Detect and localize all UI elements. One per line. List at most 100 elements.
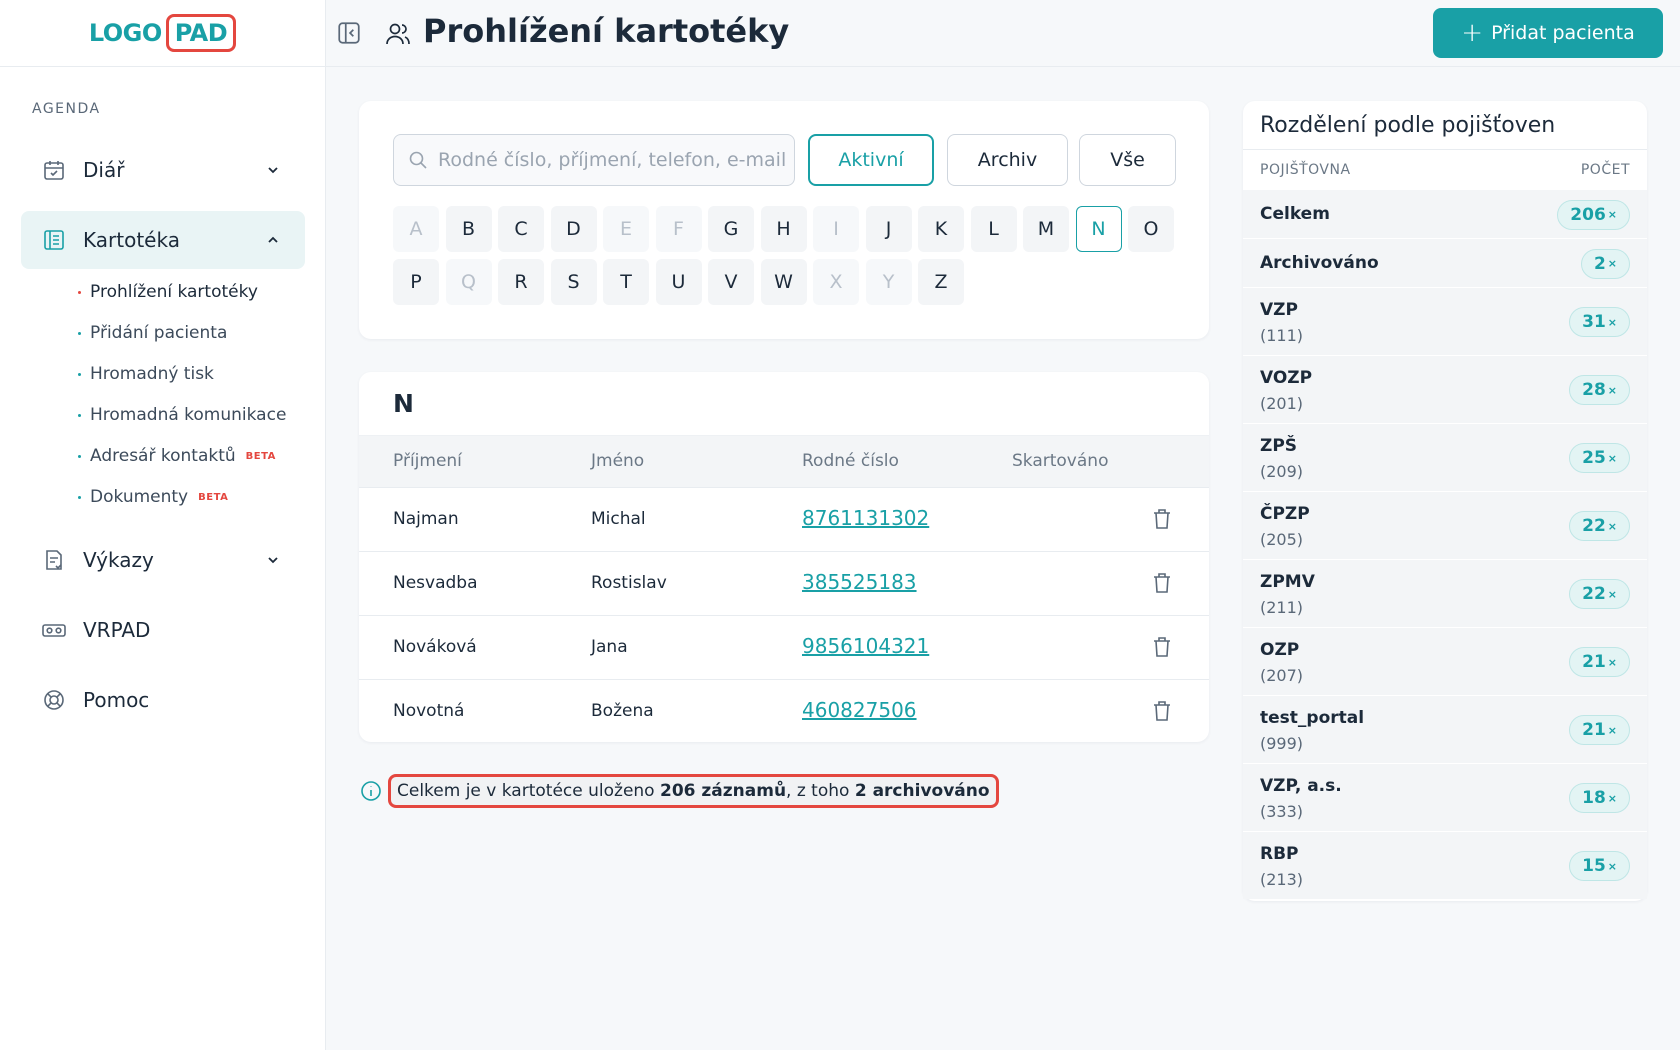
- letter-filter-j[interactable]: J: [865, 206, 912, 252]
- cell-name: Božena: [591, 701, 654, 721]
- sidebar-subitem-adresar[interactable]: Adresář kontaktů BETA: [78, 446, 276, 466]
- letter-filter-k[interactable]: K: [918, 206, 964, 252]
- insurance-count: 21: [1582, 720, 1606, 740]
- sidebar-item-diar[interactable]: Diář: [21, 141, 305, 199]
- sidebar-item-vrpad[interactable]: VRPAD: [21, 601, 305, 659]
- add-patient-button[interactable]: + Přidat pacienta: [1433, 8, 1663, 58]
- letter-filter-p[interactable]: P: [393, 259, 439, 305]
- letter-filter-n[interactable]: N: [1075, 206, 1122, 252]
- beta-badge: BETA: [198, 491, 229, 503]
- letter-filter-u[interactable]: U: [655, 259, 702, 305]
- table-row[interactable]: Nesvadba Rostislav 385525183: [359, 551, 1209, 615]
- filter-archive-button[interactable]: Archiv: [947, 134, 1068, 186]
- chevron-down-icon: [268, 167, 278, 174]
- letter-filter-f[interactable]: F: [655, 206, 702, 252]
- letter-filter-g[interactable]: G: [708, 206, 754, 252]
- sidebar-item-vykazy[interactable]: Výkazy: [21, 531, 305, 589]
- sidebar-collapse-icon[interactable]: [336, 20, 362, 46]
- summary-mid: , z toho: [786, 781, 855, 801]
- table-row[interactable]: Novotná Božena 460827506: [359, 679, 1209, 743]
- table-row[interactable]: Najman Michal 8761131302: [359, 487, 1209, 551]
- letter-filter-b[interactable]: B: [445, 206, 492, 252]
- cell-name: Michal: [591, 509, 646, 529]
- sidebar-subitem-dokumenty[interactable]: Dokumenty BETA: [78, 487, 228, 507]
- letter-filter-a[interactable]: A: [393, 206, 439, 252]
- cell-name: Jana: [591, 637, 628, 657]
- insurance-count: 25: [1582, 448, 1606, 468]
- insurance-count: 28: [1582, 380, 1606, 400]
- insurance-header: POJIŠŤOVNA POČET: [1243, 149, 1647, 189]
- column-header[interactable]: Příjmení: [393, 451, 462, 471]
- insurance-count-badge: 21 ×: [1569, 715, 1630, 745]
- filter-all-button[interactable]: Vše: [1079, 134, 1176, 186]
- letter-filter-c[interactable]: C: [498, 206, 544, 252]
- insurance-code: (209): [1260, 462, 1304, 481]
- report-icon: [41, 547, 67, 573]
- letter-filter-h[interactable]: H: [760, 206, 807, 252]
- column-header[interactable]: Skartováno: [1012, 451, 1108, 471]
- letter-filter-t[interactable]: T: [603, 259, 649, 305]
- insurance-count-badge: 21 ×: [1569, 647, 1630, 677]
- letter-filter-w[interactable]: W: [760, 259, 807, 305]
- letter-filter-d[interactable]: D: [550, 206, 597, 252]
- times-symbol: ×: [1607, 451, 1617, 465]
- letter-filter-q[interactable]: Q: [445, 259, 492, 305]
- lifebuoy-icon: [41, 687, 67, 713]
- sidebar-subitem-label: Adresář kontaktů: [90, 446, 236, 466]
- insurance-breakdown: Rozdělení podle pojišťoven POJIŠŤOVNA PO…: [1243, 101, 1647, 901]
- column-header[interactable]: Rodné číslo: [802, 451, 899, 471]
- bullet-dot: [78, 331, 81, 335]
- letter-filter-l[interactable]: L: [970, 206, 1017, 252]
- insurance-code: (211): [1260, 598, 1304, 617]
- insurance-row: RBP (213) 15 ×: [1243, 831, 1647, 899]
- insurance-code: (205): [1260, 530, 1304, 549]
- trash-icon[interactable]: [1151, 571, 1173, 595]
- letter-filter-i[interactable]: I: [813, 206, 859, 252]
- table-row[interactable]: Nováková Jana 9856104321: [359, 615, 1209, 679]
- letter-filter-v[interactable]: V: [708, 259, 754, 305]
- insurance-row: OZP (207) 21 ×: [1243, 627, 1647, 695]
- insurance-row: VZP, a.s. (333) 18 ×: [1243, 763, 1647, 831]
- sidebar-subitem-label: Přidání pacienta: [90, 323, 228, 343]
- calendar-icon: [41, 157, 67, 183]
- trash-icon[interactable]: [1151, 699, 1173, 723]
- logo[interactable]: LOGO PAD: [89, 14, 237, 52]
- sidebar: LOGO PAD AGENDA Diář Kartotéka Prohlížen…: [0, 0, 326, 1050]
- letter-filter-e[interactable]: E: [603, 206, 649, 252]
- sidebar-subitem-label: Hromadný tisk: [90, 364, 214, 384]
- records-summary-text: Celkem je v kartotéce uloženo 206 záznam…: [388, 774, 999, 808]
- sidebar-subitem-prohlizeni[interactable]: Prohlížení kartotéky: [78, 282, 258, 302]
- letter-filter-y[interactable]: Y: [865, 259, 912, 305]
- insurance-col-name: POJIŠŤOVNA: [1260, 162, 1351, 178]
- sidebar-subitem-komunikace[interactable]: Hromadná komunikace: [78, 405, 286, 425]
- column-header[interactable]: Jméno: [591, 451, 644, 471]
- times-symbol: ×: [1607, 519, 1617, 533]
- times-symbol: ×: [1607, 315, 1617, 329]
- cell-birth-number-link[interactable]: 460827506: [802, 698, 917, 722]
- trash-icon[interactable]: [1151, 507, 1173, 531]
- letter-filter-o[interactable]: O: [1128, 206, 1174, 252]
- cell-birth-number-link[interactable]: 385525183: [802, 570, 917, 594]
- file-index-icon: [41, 227, 67, 253]
- insurance-code: (207): [1260, 666, 1304, 685]
- trash-icon[interactable]: [1151, 635, 1173, 659]
- sidebar-item-kartoteka[interactable]: Kartotéka: [21, 211, 305, 269]
- letter-filter-r[interactable]: R: [498, 259, 544, 305]
- sidebar-subitem-pridani[interactable]: Přidání pacienta: [78, 323, 227, 343]
- cell-birth-number-link[interactable]: 9856104321: [802, 634, 929, 658]
- letter-filter-x[interactable]: X: [813, 259, 859, 305]
- filter-active-button[interactable]: Aktivní: [808, 134, 934, 186]
- letter-filter-s[interactable]: S: [550, 259, 597, 305]
- sidebar-item-pomoc[interactable]: Pomoc: [21, 671, 305, 729]
- cell-birth-number-link[interactable]: 8761131302: [802, 506, 929, 530]
- insurance-count: 31: [1582, 312, 1606, 332]
- filter-card: Rodné číslo, příjmení, telefon, e-mail A…: [359, 101, 1209, 339]
- cell-name: Rostislav: [591, 573, 667, 593]
- sidebar-subitem-tisk[interactable]: Hromadný tisk: [78, 364, 214, 384]
- letter-filter-m[interactable]: M: [1023, 206, 1069, 252]
- letter-filter-z[interactable]: Z: [918, 259, 964, 305]
- bullet-dot: [78, 372, 81, 376]
- insurance-count-badge: 15 ×: [1569, 851, 1630, 881]
- search-input[interactable]: Rodné číslo, příjmení, telefon, e-mail: [393, 134, 795, 186]
- sidebar-section-label: AGENDA: [32, 101, 101, 117]
